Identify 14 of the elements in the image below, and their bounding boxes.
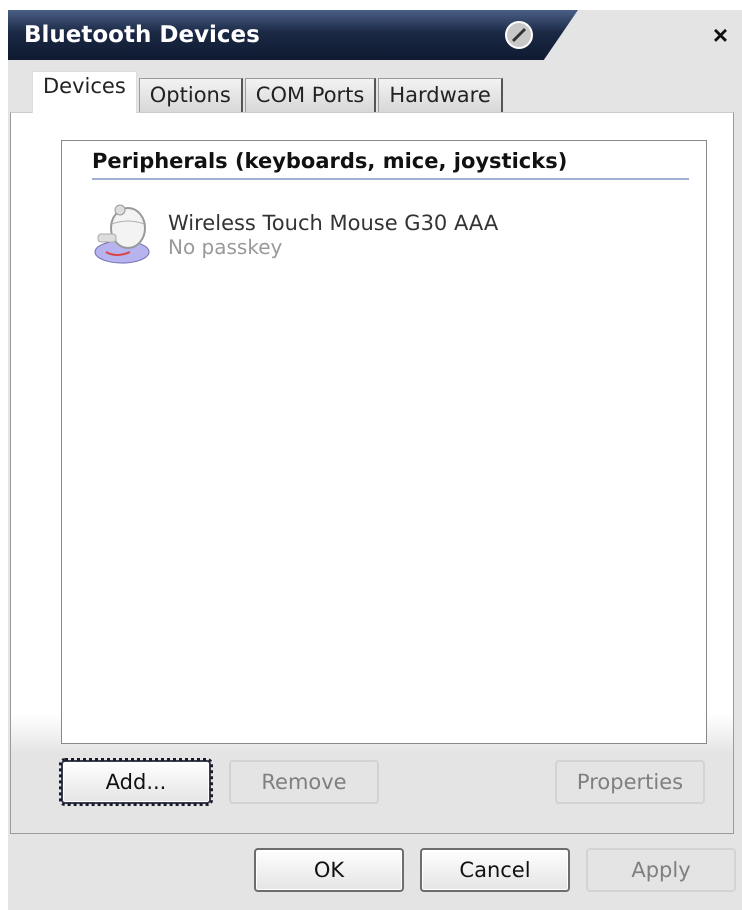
- circle-slash-icon: [504, 20, 534, 50]
- window-title: Bluetooth Devices: [24, 22, 261, 48]
- close-button[interactable]: ×: [706, 20, 734, 50]
- tab[interactable]: COM Ports: [244, 78, 376, 112]
- dialog-button[interactable]: OK: [254, 848, 404, 892]
- device-name: Wireless Touch Mouse G30 AAA: [168, 211, 498, 235]
- tab[interactable]: Options: [138, 78, 243, 112]
- panel-button[interactable]: Add...: [61, 760, 211, 804]
- group-header: Peripherals (keyboards, mice, joysticks): [92, 149, 689, 180]
- tab[interactable]: Devices: [32, 71, 137, 113]
- device-status: No passkey: [168, 235, 284, 259]
- device-item[interactable]: Wireless Touch Mouse G30 AAA No passkey: [92, 202, 706, 268]
- dialog-button[interactable]: Cancel: [420, 848, 570, 892]
- tab[interactable]: Hardware: [378, 78, 503, 112]
